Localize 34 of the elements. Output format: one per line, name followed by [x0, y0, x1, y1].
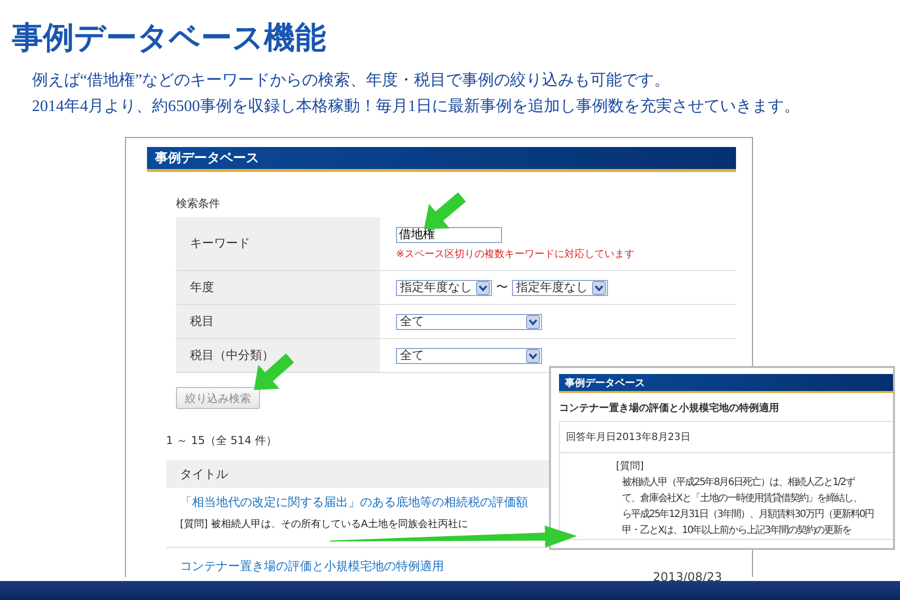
pointer-arrow: [424, 192, 466, 229]
popup-header: 事例データベース: [559, 374, 893, 393]
answer-date: 2013年8月23日: [616, 431, 692, 444]
case-title: コンテナー置き場の評価と小規模宅地の特例適用: [559, 401, 780, 415]
result-title-link[interactable]: 「相当地代の改定に関する届出」のある底地等の相続税の評価額: [180, 494, 528, 511]
result-count: 1 ～ 15（全 514 件）: [166, 433, 277, 448]
dropdown-caret-icon: [592, 280, 606, 294]
field-label: 年度: [176, 271, 380, 305]
question-text: ら平成25年12月31日（3年間）、月額賃料30万円（更新料0円: [621, 508, 875, 521]
dropdown[interactable]: 指定年度なし: [512, 280, 608, 296]
range-separator: 〜: [496, 279, 508, 296]
dropdown-caret-icon: [476, 280, 490, 294]
dropdown-caret-icon: [526, 314, 540, 328]
field-label: 税目: [176, 305, 380, 339]
panel-header: 事例データベース: [147, 147, 736, 172]
question-text: 甲・乙とXは、10年以上前から上記3年間の契約の更新を: [621, 524, 852, 537]
dropdown[interactable]: 全て: [396, 314, 542, 330]
question-text: て、倉庫会社Xと「土地の一時使用賃貸借契約」を締結し、: [621, 492, 863, 505]
result-excerpt: [質問] 被相続人甲は、その所有しているA土地を同族会社丙社に: [180, 518, 468, 531]
field-label: 税目（中分類）: [176, 339, 380, 373]
field-label: 回答年月日: [565, 431, 616, 444]
dropdown[interactable]: 全て: [396, 348, 542, 364]
dropdown-caret-icon: [526, 348, 540, 362]
field-label: キーワード: [176, 217, 380, 271]
hint-text: ※スペース区切りの複数キーワードに対応しています: [396, 248, 634, 260]
result-date: 2013/08/23: [652, 570, 722, 584]
dropdown[interactable]: 指定年度なし: [396, 280, 492, 296]
result-title-link[interactable]: コンテナー置き場の評価と小規模宅地の特例適用: [180, 558, 444, 575]
description-text: 2014年4月より、約6500事例を収録し本格稼動！毎月1日に最新事例を追加し事例数を充実させていきます。: [32, 96, 801, 117]
section-label: 検索条件: [176, 196, 221, 211]
description-text: 例えば“借地権”などのキーワードからの検索、年度・税目で事例の絞り込みも可能です。: [32, 70, 672, 91]
page-title: 事例データベース機能: [12, 19, 327, 58]
keyword-field[interactable]: 借地権: [396, 226, 502, 242]
question-heading: [質問]: [616, 460, 645, 473]
